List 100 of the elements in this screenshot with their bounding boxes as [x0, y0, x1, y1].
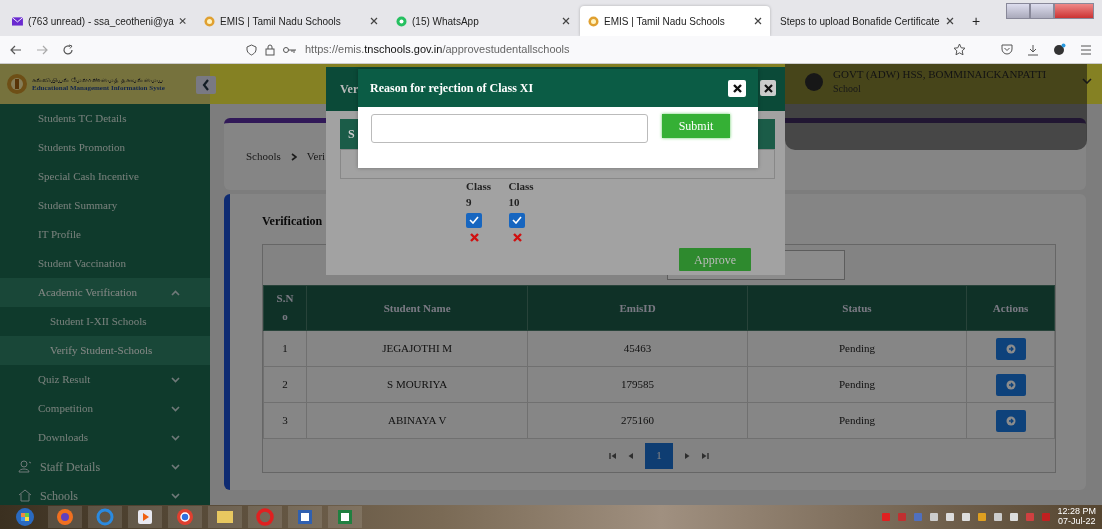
chevron-up-icon: [171, 289, 180, 296]
checkbox[interactable]: [466, 212, 482, 228]
shield-icon: [246, 43, 257, 56]
sidebar-item[interactable]: Verify Student-Schools: [0, 336, 210, 365]
table-cell: Pending: [747, 366, 967, 403]
taskbar-app-button[interactable]: [208, 506, 242, 528]
chevron-down-icon[interactable]: [1082, 78, 1092, 84]
browser-tab[interactable]: (763 unread) - ssa_ceotheni@ya: [4, 6, 194, 36]
arrow-circle-icon: [1005, 343, 1016, 354]
minimize-button[interactable]: [1006, 3, 1030, 19]
sidebar-item[interactable]: Quiz Result: [0, 365, 210, 394]
reason-input-field[interactable]: [371, 114, 648, 143]
chevron-right-icon: [290, 152, 297, 161]
sidebar-item[interactable]: Special Cash Incentive: [0, 162, 210, 191]
forward-icon[interactable]: [36, 44, 48, 55]
chevron-down-icon: [171, 492, 180, 499]
back-icon[interactable]: [10, 44, 22, 55]
column-header: Student Name: [306, 285, 528, 331]
globe-icon: [96, 508, 114, 526]
class-label: Class 9: [466, 179, 493, 210]
taskbar-app-button[interactable]: [288, 506, 322, 528]
submit-button[interactable]: Submit: [662, 114, 730, 138]
table-cell: Pending: [747, 402, 967, 439]
download-icon[interactable]: [1027, 43, 1039, 56]
maximize-button[interactable]: [1030, 3, 1054, 19]
taskbar-app-button[interactable]: [168, 506, 202, 528]
taskbar-app-button[interactable]: [328, 506, 362, 528]
taskbar-app-button[interactable]: [48, 506, 82, 528]
url-text[interactable]: https://emis.tnschools.gov.in/approvestudentallschools: [305, 41, 570, 58]
close-button[interactable]: [728, 79, 746, 97]
view-button[interactable]: [995, 373, 1026, 396]
new-tab-button[interactable]: +: [964, 6, 994, 36]
collapse-button[interactable]: [196, 76, 216, 94]
start-orb-icon: [15, 507, 35, 527]
cross-icon[interactable]: [470, 232, 479, 242]
taskbar-app-button[interactable]: [128, 506, 162, 528]
next-icon: [683, 451, 691, 460]
close-icon: [732, 83, 742, 93]
emblem-icon: [204, 15, 215, 27]
key-icon: [283, 45, 297, 54]
menu-icon[interactable]: [1080, 44, 1092, 55]
browser-tab[interactable]: EMIS | Tamil Nadu Schools: [580, 6, 770, 36]
tray-icon[interactable]: [993, 512, 1004, 522]
sidebar-item[interactable]: Downloads: [0, 423, 210, 452]
tray-icon[interactable]: [977, 512, 988, 522]
sidebar-item[interactable]: IT Profile: [0, 220, 210, 249]
emblem-icon: [588, 15, 599, 27]
close-button[interactable]: [760, 80, 776, 96]
close-icon[interactable]: [178, 17, 186, 25]
sidebar-item[interactable]: Student Summary: [0, 191, 210, 220]
check-icon: [469, 216, 479, 225]
browser-tab[interactable]: (15) WhatsApp: [388, 6, 578, 36]
sidebar-item[interactable]: Student Vaccination: [0, 249, 210, 278]
sidebar-item[interactable]: Students TC Details: [0, 104, 210, 133]
pocket-icon[interactable]: [1001, 44, 1013, 55]
close-icon[interactable]: [946, 17, 954, 25]
account-icon[interactable]: [1053, 43, 1066, 56]
page-button[interactable]: 1: [645, 442, 673, 469]
first-page-icon: [609, 451, 617, 460]
reload-icon[interactable]: [62, 43, 74, 56]
view-button[interactable]: [995, 409, 1026, 432]
chevron-down-icon: [171, 376, 180, 383]
spreadsheet-icon: [336, 508, 354, 526]
close-icon: [763, 83, 773, 93]
table-cell: 1: [263, 330, 307, 367]
table-cell: ABINAYA V: [306, 402, 528, 439]
close-icon[interactable]: [754, 17, 762, 25]
column-header: S.No: [276, 291, 294, 324]
tray-icon[interactable]: [961, 512, 972, 522]
breadcrumb-item: Veri: [306, 149, 326, 165]
column-header: Status: [747, 285, 967, 331]
checkbox[interactable]: [508, 212, 525, 228]
close-icon[interactable]: [562, 17, 570, 25]
tray-icon[interactable]: [1009, 512, 1020, 522]
view-button[interactable]: [995, 337, 1026, 360]
sidebar-item[interactable]: Students Promotion: [0, 133, 210, 162]
sidebar-item[interactable]: Schools: [0, 481, 210, 505]
sidebar-item[interactable]: Academic Verification: [0, 278, 210, 307]
tray-icon[interactable]: [945, 512, 956, 522]
star-icon[interactable]: [953, 43, 966, 56]
table-cell: Pending: [747, 330, 967, 367]
cross-icon[interactable]: [512, 232, 522, 242]
chevron-left-icon: [202, 79, 210, 91]
table-cell: JEGAJOTHI M: [306, 330, 528, 367]
person-icon: [18, 460, 32, 473]
browser-tab[interactable]: EMIS | Tamil Nadu Schools: [196, 6, 386, 36]
tray-icon[interactable]: [929, 512, 940, 522]
breadcrumb-link[interactable]: Schools: [246, 148, 281, 165]
tab-title: EMIS | Tamil Nadu Schools: [220, 14, 342, 29]
ring-icon: [256, 508, 274, 526]
sidebar-item[interactable]: Competition: [0, 394, 210, 423]
column-header: EmisID: [527, 285, 748, 331]
arrow-circle-icon: [1005, 415, 1016, 426]
sidebar-item[interactable]: Student I-XII Schools: [0, 307, 210, 336]
browser-tab[interactable]: Steps to upload Bonafide Certificate: [772, 6, 962, 36]
sidebar-item[interactable]: Staff Details: [0, 452, 210, 481]
approve-button[interactable]: Approve: [679, 248, 751, 271]
clock-time: 12:28 PM: [1057, 507, 1096, 517]
close-icon[interactable]: [370, 17, 378, 25]
fox-icon: [56, 508, 74, 526]
